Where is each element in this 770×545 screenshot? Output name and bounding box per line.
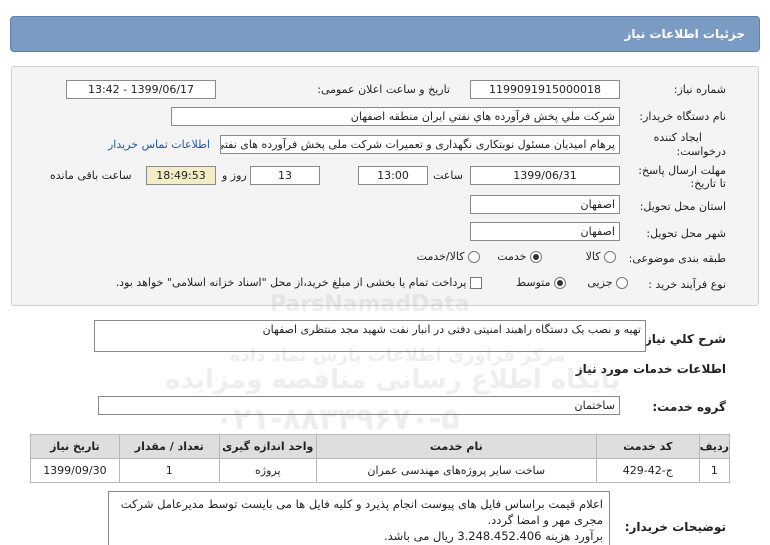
col-row-number: ردیف [698, 434, 731, 459]
buyer-contact-link[interactable]: اطلاعات تماس خریدار [108, 138, 210, 151]
creator-label-line1: ایجاد کننده [653, 131, 702, 144]
watermark-line2: پایگاه اطلاع رسانی مناقصه ومزایده [165, 365, 621, 395]
province-field: اصفهان [470, 195, 620, 214]
announce-date-label: تاریخ و ساعت اعلان عمومی: [317, 83, 450, 96]
category-option-goods-service[interactable]: کالا/خدمت [417, 250, 480, 263]
process-type-label: نوع فرآیند خرید : [648, 278, 726, 291]
cell-need-date: 1399/09/30 [30, 458, 120, 483]
services-table: ردیف کد خدمت نام خدمت واحد اندازه گیری ت… [30, 434, 731, 483]
need-number-field: 1199091915000018 [470, 80, 620, 99]
buyer-label: نام دستگاه خریدار: [639, 110, 726, 123]
table-row: 1 ج-42-429 ساخت سایر پروژه‌های مهندسی عم… [30, 458, 731, 483]
deadline-label-line2: تا تاریخ: [690, 177, 726, 190]
services-table-header: ردیف کد خدمت نام خدمت واحد اندازه گیری ت… [30, 434, 731, 459]
summary-label: شرح کلي نياز: [640, 332, 726, 346]
process-option-medium[interactable]: متوسط [516, 276, 566, 289]
cell-row-number: 1 [698, 458, 731, 483]
deadline-time-label: ساعت [433, 169, 463, 182]
city-field: اصفهان [470, 222, 620, 241]
category-option-service[interactable]: خدمت [497, 250, 542, 263]
category-label: طبقه بندی موضوعی: [628, 252, 726, 265]
medium-radio[interactable] [554, 277, 566, 289]
time-remaining-label: ساعت باقی مانده [50, 169, 132, 182]
watermark-phone: ۰۲۱-۸۸۳۴۹۶۷۰-۵ [215, 402, 460, 437]
service-group-label: گروه خدمت: [652, 400, 726, 414]
creator-field: پرهام امیدیان مسئول نوبتکاری نگهداری و ت… [220, 135, 620, 154]
deadline-time-field: 13:00 [358, 166, 428, 185]
deadline-date-field: 1399/06/31 [470, 166, 620, 185]
page-title: جزئیات اطلاعات نیاز [624, 27, 745, 41]
need-number-label: شماره نیاز: [673, 83, 726, 96]
cell-service-name: ساخت سایر پروژه‌های مهندسی عمران [315, 458, 597, 483]
deadline-label-line1: مهلت ارسال پاسخ: [638, 164, 726, 177]
watermark-line1: مرکز فراوری اطلاعات پارس نماد داده [230, 345, 566, 366]
buyer-field: شرکت ملي پخش فرآورده هاي نفتي ايران منطق… [171, 107, 620, 126]
watermark-brand: ParsNamadData [270, 292, 470, 317]
days-label: روز و [222, 169, 247, 182]
minor-radio[interactable] [616, 277, 628, 289]
city-label: شهر محل تحویل: [646, 227, 726, 240]
cell-quantity: 1 [118, 458, 220, 483]
days-remaining-field: 13 [250, 166, 320, 185]
time-remaining-field: 18:49:53 [146, 166, 216, 185]
buyer-notes-field: اعلام قیمت براساس فایل های پیوست انجام پ… [108, 491, 610, 545]
treasury-payment-checkbox[interactable] [470, 277, 482, 289]
buyer-notes-line: مجری مهر و امضا گردد. [487, 513, 603, 527]
col-quantity: تعداد / مقدار [118, 434, 220, 459]
goods-service-radio[interactable] [468, 251, 480, 263]
creator-label-line2: درخواست: [676, 145, 726, 158]
col-service-name: نام خدمت [315, 434, 597, 459]
cell-service-code: ج-42-429 [595, 458, 700, 483]
goods-radio[interactable] [604, 251, 616, 263]
process-option-minor[interactable]: جزیی [587, 276, 628, 289]
buyer-notes-line: برآورد هزینه 3.248.452.406 ریال می باشد. [383, 529, 603, 543]
service-radio[interactable] [530, 251, 542, 263]
col-need-date: تاریخ نیاز [30, 434, 120, 459]
col-service-code: کد خدمت [595, 434, 700, 459]
province-label: استان محل تحویل: [639, 200, 726, 213]
buyer-notes-label: توضیحات خریدار: [624, 520, 726, 534]
buyer-notes-line: اعلام قیمت براساس فایل های پیوست انجام پ… [120, 497, 603, 511]
details-panel [11, 66, 759, 306]
cell-unit: پروژه [218, 458, 317, 483]
page-header: جزئیات اطلاعات نیاز [10, 16, 760, 52]
treasury-payment-option[interactable]: پرداخت تمام یا بخشی از مبلغ خرید،از محل … [116, 276, 482, 289]
announce-date-field: 1399/06/17 - 13:42 [66, 80, 216, 99]
col-unit: واحد اندازه گیری [218, 434, 317, 459]
category-option-goods[interactable]: کالا [586, 250, 616, 263]
